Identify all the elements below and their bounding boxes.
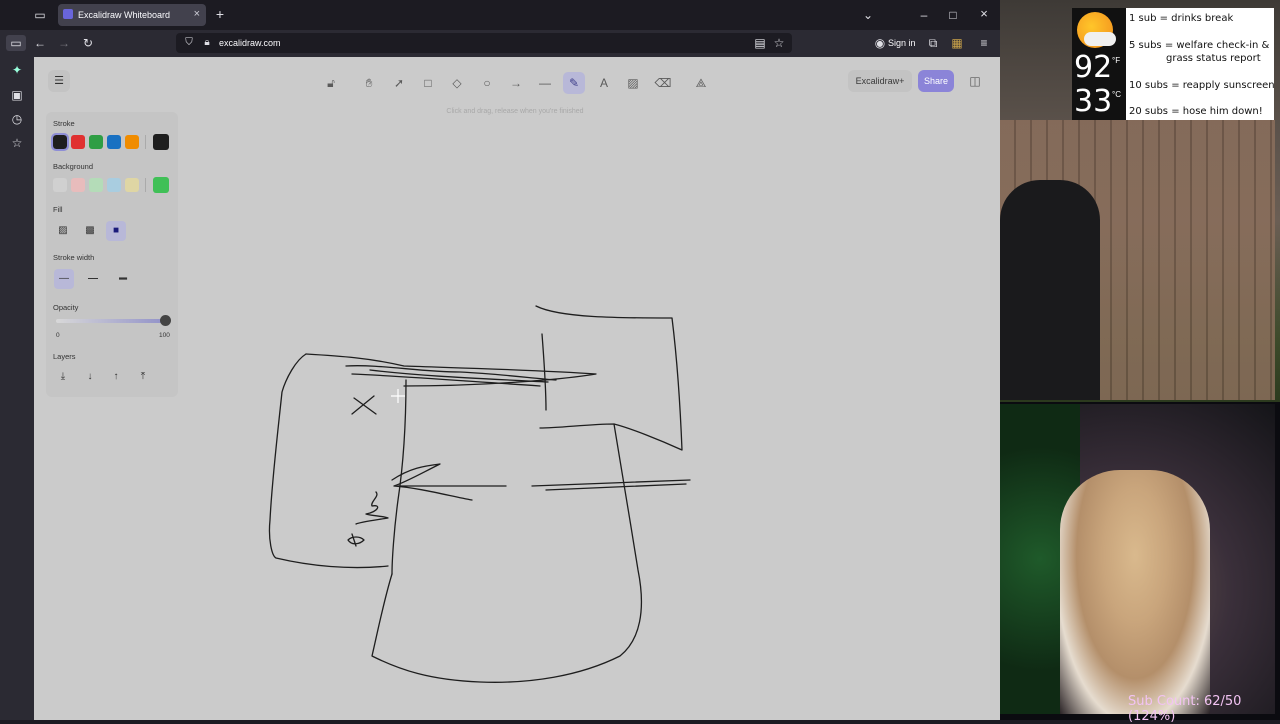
stroke-bottom-bowl: [371, 423, 643, 683]
stroke-label: Stroke: [53, 119, 75, 128]
hand-icon[interactable]: ✋︎: [358, 72, 380, 94]
lock-icon[interactable]: 🔓︎: [320, 72, 342, 94]
bring-to-front-icon[interactable]: ⤒: [133, 367, 153, 387]
background-label: Background: [53, 162, 94, 171]
goal-1: 1 sub = drinks break: [1129, 13, 1234, 24]
stroke-color-red[interactable]: [71, 135, 85, 149]
opacity-min: 0: [56, 332, 60, 339]
ellipse-icon[interactable]: ○: [476, 72, 498, 94]
background-color-current[interactable]: [153, 177, 169, 193]
cursor-crosshair-icon: [391, 389, 405, 403]
cloud-icon: [1084, 32, 1116, 46]
layers-label: Layers: [53, 352, 76, 361]
stroke-top-line: [305, 353, 597, 387]
excalidraw-plus-button[interactable]: Excalidraw+: [848, 70, 912, 92]
opacity-slider-track[interactable]: [56, 319, 168, 323]
fill-hachure-icon[interactable]: ▨: [53, 221, 73, 241]
stroke-left-box: [268, 353, 389, 569]
unit-celsius: °C: [1112, 90, 1121, 99]
temp-celsius: 33: [1074, 84, 1113, 119]
pointer-icon[interactable]: ➚: [388, 72, 410, 94]
stroke-squiggle: [355, 491, 389, 525]
stroke-color-green[interactable]: [89, 135, 103, 149]
stroke-width-thin-icon[interactable]: —: [54, 269, 74, 289]
stroke-color-orange[interactable]: [125, 135, 139, 149]
eraser-icon[interactable]: ⌫: [652, 72, 674, 94]
background-color-transparent[interactable]: [53, 178, 67, 192]
image-icon[interactable]: ▨: [622, 72, 644, 94]
send-to-back-icon[interactable]: ⤓: [53, 367, 73, 387]
opacity-label: Opacity: [53, 303, 79, 312]
stroke-middle-vertical: [391, 379, 407, 575]
background-color-pink[interactable]: [71, 178, 85, 192]
diamond-icon[interactable]: ◇: [446, 72, 468, 94]
stroke-color-blue[interactable]: [107, 135, 121, 149]
bring-forward-icon[interactable]: ↑: [106, 367, 126, 387]
tool-hint: Click and drag, release when you're fini…: [446, 108, 584, 115]
background-color-divider: [145, 178, 146, 192]
extra-tools-icon[interactable]: ⟁: [690, 72, 712, 94]
stroke-scribble-top: [345, 365, 557, 387]
fill-cross-hatch-icon[interactable]: ▩: [80, 221, 100, 241]
person-silhouette: [1000, 180, 1100, 400]
goal-20: 20 subs = hose him down!: [1129, 106, 1263, 117]
stroke-color-divider: [145, 135, 146, 149]
stroke-color-black[interactable]: [51, 133, 69, 151]
temp-fahrenheit: 92: [1074, 50, 1113, 85]
fill-solid-icon[interactable]: ■: [106, 221, 126, 241]
stroke-color-current[interactable]: [153, 134, 169, 150]
stroke-width-label: Stroke width: [53, 253, 95, 262]
stroke-width-extra-bold-icon[interactable]: ━: [113, 269, 133, 289]
rectangle-icon[interactable]: □: [417, 72, 439, 94]
stroke-blob: [347, 533, 365, 547]
share-button[interactable]: Share: [918, 70, 954, 92]
send-backward-icon[interactable]: ↓: [80, 367, 100, 387]
stroke-width-bold-icon[interactable]: —: [83, 269, 103, 289]
stroke-right-box: [535, 305, 683, 451]
unit-fahrenheit: °F: [1112, 56, 1121, 65]
background-color-light-yellow[interactable]: [125, 178, 139, 192]
goal-5: 5 subs = welfare check-in &: [1129, 40, 1270, 51]
main-menu-icon[interactable]: ☰: [48, 70, 70, 92]
stroke-fish: [391, 463, 507, 501]
stroke-x-mark: [351, 395, 377, 415]
library-sidebar-icon[interactable]: ◫: [964, 70, 986, 92]
pencil-icon[interactable]: ✎: [563, 72, 585, 94]
text-icon[interactable]: A: [593, 72, 615, 94]
line-icon[interactable]: —: [534, 72, 556, 94]
background-color-light-blue[interactable]: [107, 178, 121, 192]
opacity-max: 100: [159, 332, 170, 339]
arrow-icon[interactable]: →: [505, 72, 527, 94]
opacity-slider-thumb[interactable]: [160, 315, 171, 326]
streamer-figure: [1060, 470, 1210, 714]
goal-10: 10 subs = reapply sunscreen: [1129, 80, 1275, 91]
goal-5-cont: grass status report: [1166, 53, 1261, 64]
stroke-right-lines: [531, 479, 691, 491]
background-color-light-green[interactable]: [89, 178, 103, 192]
fill-label: Fill: [53, 205, 63, 214]
stroke-right-box-left: [541, 333, 547, 411]
toolbar: 🔓︎ ✋︎ ➚ □ ◇ ○ → — ✎ A ▨ ⌫ ⟁: [320, 72, 716, 96]
